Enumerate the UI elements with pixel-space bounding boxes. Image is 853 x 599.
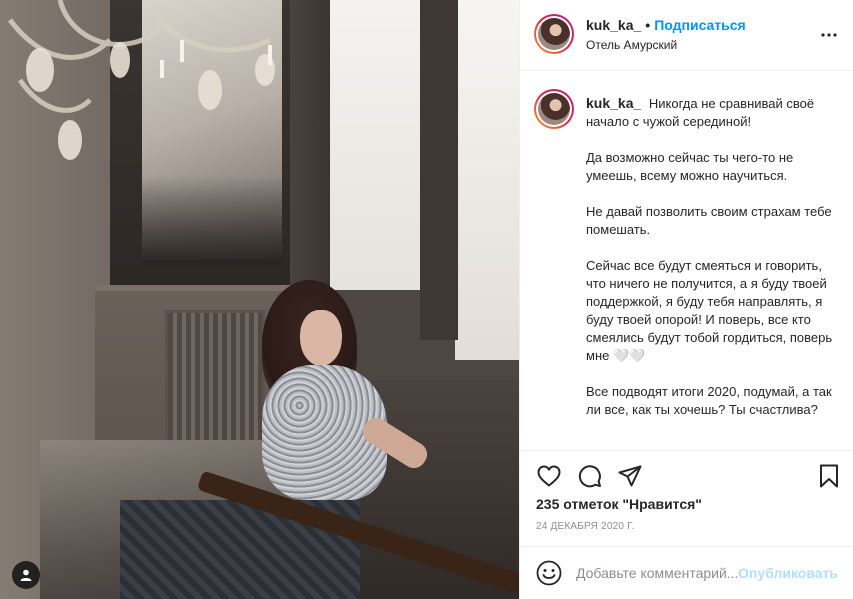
caption-avatar[interactable]	[534, 89, 574, 129]
likes-count[interactable]: 235 отметок "Нравится"	[536, 496, 702, 512]
like-button[interactable]	[536, 463, 562, 489]
avatar-image	[538, 93, 570, 125]
publish-button[interactable]: Опубликовать	[738, 565, 838, 581]
heart-icon	[537, 465, 561, 487]
comment-form: Опубликовать	[520, 546, 853, 599]
header-line: kuk_ka_ • Подписаться	[586, 17, 746, 33]
action-bar	[520, 450, 853, 500]
caption-area: kuk_ka_ Никогда не сравнивай своё начало…	[520, 72, 853, 450]
separator-dot: •	[645, 17, 651, 33]
post-location[interactable]: Отель Амурский	[586, 38, 677, 52]
avatar-image	[538, 18, 570, 50]
comment-button[interactable]	[577, 463, 603, 489]
post-side-panel: kuk_ka_ • Подписаться Отель Амурский kuk_k…	[519, 0, 853, 599]
emoji-button[interactable]	[536, 560, 562, 586]
comment-icon	[578, 465, 601, 488]
caption-username[interactable]: kuk_ka_	[586, 95, 641, 111]
post-photo[interactable]	[0, 0, 519, 599]
photo-window-right	[455, 0, 519, 360]
photo-window-post	[420, 0, 458, 340]
bookmark-icon	[820, 464, 838, 488]
ellipsis-icon	[821, 33, 837, 37]
share-button[interactable]	[617, 463, 643, 489]
post-header: kuk_ka_ • Подписаться Отель Амурский	[520, 0, 853, 71]
save-button[interactable]	[816, 463, 842, 489]
tagged-users-button[interactable]	[12, 561, 40, 589]
post-date[interactable]: 24 ДЕКАБРЯ 2020 Г.	[536, 521, 634, 532]
share-icon	[618, 465, 642, 487]
caption-paragraph: Сейчас все будут смеяться и говорить, чт…	[586, 258, 836, 363]
caption-paragraph: Да возможно сейчас ты чего-то не умеешь,…	[586, 150, 797, 183]
caption-paragraph: Не давай позволить своим страхам тебе по…	[586, 204, 836, 237]
more-options-button[interactable]	[820, 26, 838, 44]
photo-radiator	[165, 310, 265, 450]
caption-paragraph: Все подводят итоги 2020, подумай, а так …	[586, 384, 836, 417]
photo-face	[300, 310, 342, 366]
user-tag-icon	[20, 569, 32, 581]
photo-mirror-shadow	[142, 175, 282, 265]
comment-input[interactable]	[576, 563, 746, 583]
avatar[interactable]	[534, 14, 574, 54]
smiley-icon	[536, 560, 562, 586]
post-caption: kuk_ka_ Никогда не сравнивай своё начало…	[586, 94, 836, 437]
post-username[interactable]: kuk_ka_	[586, 17, 641, 33]
photo-chandelier	[8, 0, 275, 160]
follow-button[interactable]: Подписаться	[654, 17, 746, 33]
